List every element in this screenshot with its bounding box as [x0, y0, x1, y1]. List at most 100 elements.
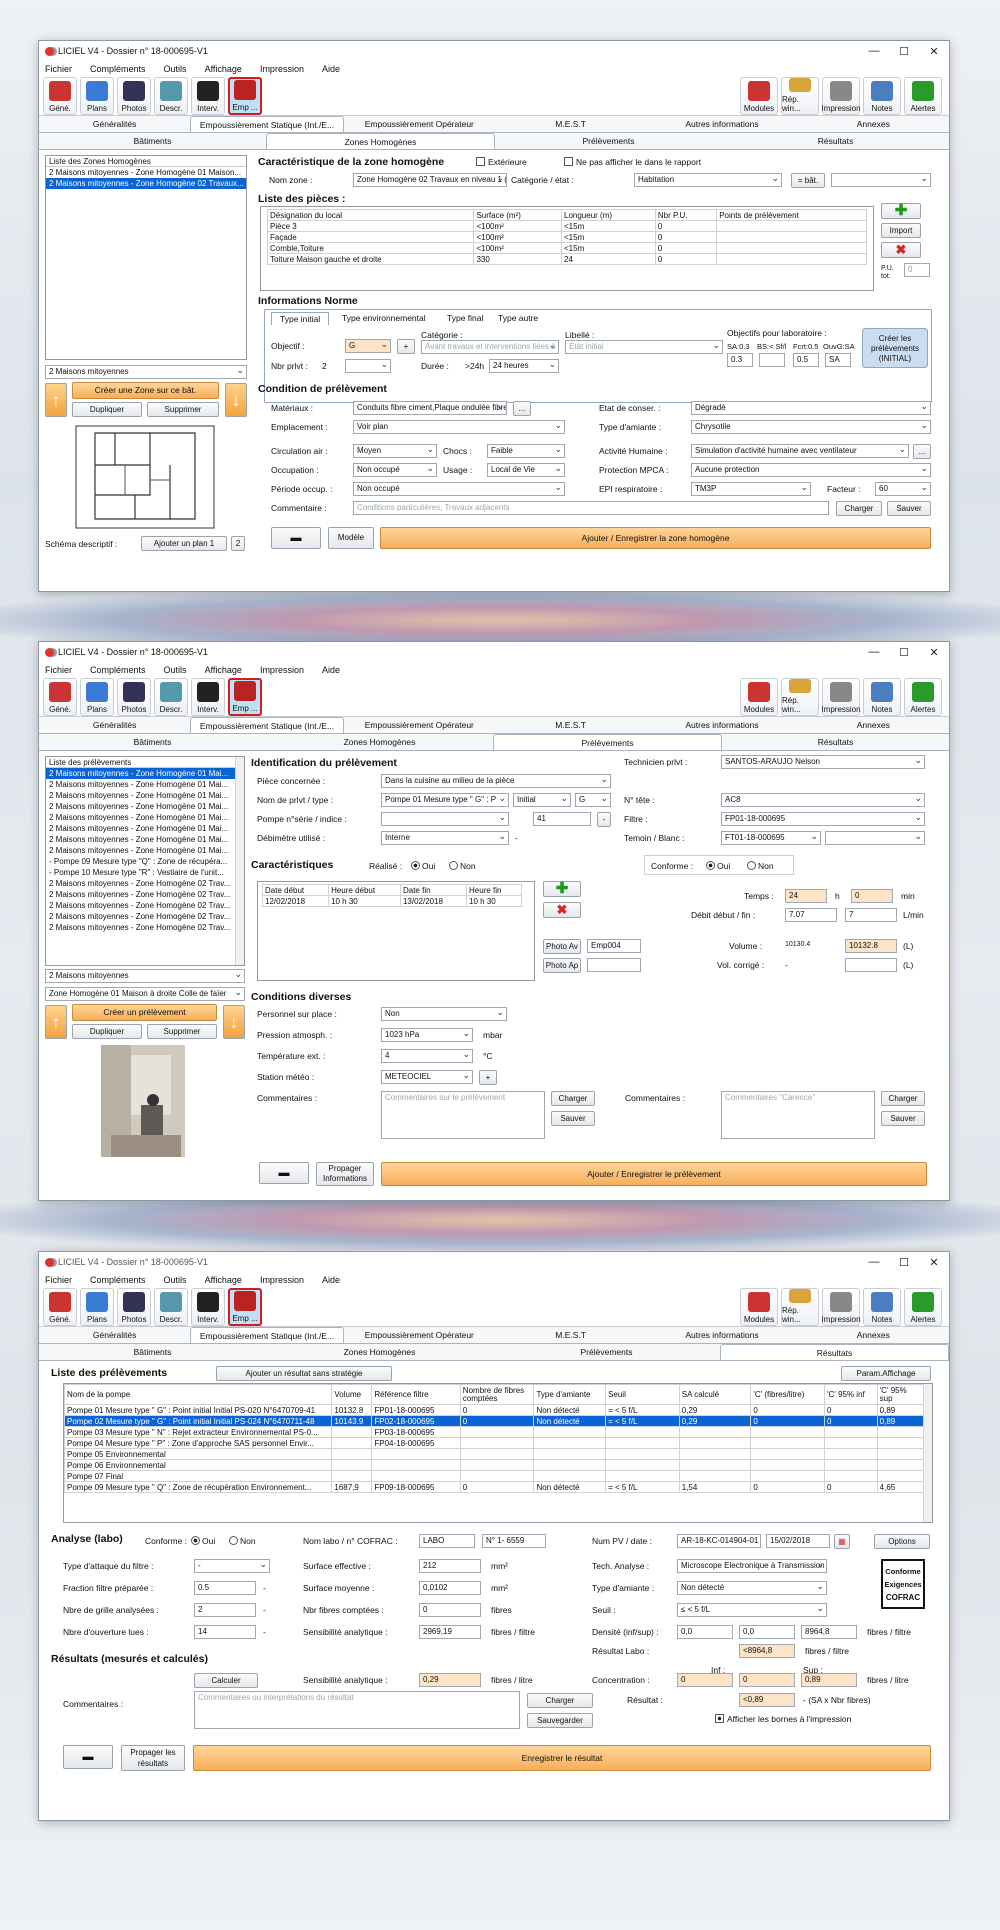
- menu-outils[interactable]: Outils: [164, 665, 187, 675]
- tab-zones-homogenes[interactable]: Zones Homogènes: [266, 734, 493, 750]
- etat-select[interactable]: [831, 173, 931, 187]
- station-select[interactable]: METEOCIEL: [381, 1070, 473, 1084]
- menu-aide[interactable]: Aide: [322, 665, 340, 675]
- materiaux-select[interactable]: Conduits fibre ciment,Plaque ondulée fib…: [353, 401, 507, 415]
- duree-select[interactable]: 24 heures: [489, 359, 559, 373]
- param-affichage-button[interactable]: Param.Affichage: [841, 1366, 931, 1381]
- etat-conser-select[interactable]: Dégradé: [691, 401, 931, 415]
- close-button[interactable]: ✕: [919, 45, 949, 58]
- menu-impression[interactable]: Impression: [260, 1275, 304, 1285]
- maximize-button[interactable]: ☐: [889, 45, 919, 58]
- delete-button[interactable]: Supprimer: [147, 402, 219, 417]
- type-attaque-select[interactable]: -: [194, 1559, 270, 1573]
- exterieure-checkbox[interactable]: Extérieure: [476, 157, 527, 167]
- personnel-select[interactable]: Non: [381, 1007, 507, 1021]
- list-item[interactable]: 2 Maisons mitoyennes - Zone Homogène 01 …: [46, 167, 246, 178]
- table-row[interactable]: Pompe 04 Mesure type " P" : Zone d'appro…: [64, 1437, 925, 1449]
- print-button[interactable]: ▬: [63, 1745, 113, 1769]
- type-amiante-select[interactable]: Chrysotile: [691, 420, 931, 434]
- tab-zones-homogenes[interactable]: Zones Homogènes: [266, 1344, 493, 1360]
- tab-mest[interactable]: M.E.S.T: [495, 717, 646, 733]
- list-item[interactable]: 2 Maisons mitoyennes - Zone Homogène 01 …: [46, 823, 235, 834]
- surface-moy-field[interactable]: 0,0102: [419, 1581, 481, 1595]
- sauvegarder-button[interactable]: Sauvegarder: [527, 1713, 593, 1728]
- sensibilite2-field[interactable]: 0,29: [419, 1673, 481, 1687]
- minimize-button[interactable]: —: [859, 1256, 889, 1269]
- tab-type-final[interactable]: Type final: [447, 313, 483, 323]
- close-button[interactable]: ✕: [919, 1256, 949, 1269]
- commentaires-field[interactable]: Commentaires sur le prélèvement: [381, 1091, 545, 1139]
- menu-aide[interactable]: Aide: [322, 1275, 340, 1285]
- toolbar-button-rpwin[interactable]: Rép. win...: [781, 677, 819, 716]
- sauver-button[interactable]: Sauver: [887, 501, 931, 516]
- toolbar-button-notes[interactable]: Notes: [863, 76, 901, 115]
- list-item[interactable]: 2 Maisons mitoyennes - Zone Homogène 01 …: [46, 768, 235, 779]
- vol-corrige-field[interactable]: [845, 958, 897, 972]
- temperature-select[interactable]: 4: [381, 1049, 473, 1063]
- propager-resultats-button[interactable]: Propager les résultats: [121, 1745, 185, 1771]
- duplicate-button[interactable]: Dupliquer: [72, 402, 142, 417]
- import-button[interactable]: Import: [881, 223, 921, 238]
- commentaires-field[interactable]: Commentaires ou interprétations du résul…: [194, 1691, 520, 1729]
- tech-analyse-select[interactable]: Microscope Electronique à Transmission A…: [677, 1559, 827, 1573]
- activite-more-button[interactable]: ...: [913, 444, 931, 459]
- station-add-button[interactable]: +: [479, 1070, 497, 1085]
- options-button[interactable]: Options: [874, 1534, 930, 1549]
- volume-field[interactable]: 10132.8: [845, 939, 897, 953]
- toolbar-button-alertes[interactable]: Alertes: [904, 677, 942, 716]
- toolbar-button-descr[interactable]: Descr.: [154, 76, 188, 115]
- libelle-select[interactable]: Etat initial: [565, 340, 723, 354]
- tab-batiments[interactable]: Bâtiments: [39, 133, 266, 149]
- tab-empoussierement-statique[interactable]: Empoussièrement Statique (Int./E...: [190, 116, 344, 132]
- pieces-table[interactable]: Désignation du local Surface (m²) Longueur…: [266, 209, 867, 265]
- tab-annexes[interactable]: Annexes: [798, 116, 949, 132]
- pv-date-field[interactable]: 15/02/2018: [766, 1534, 830, 1548]
- list-item[interactable]: 2 Maisons mitoyennes - Zone Homogène 01 …: [46, 845, 235, 856]
- nom-zone-select[interactable]: Zone Homogène 02 Travaux en niveau 1 (Co…: [353, 173, 507, 187]
- tab-type-initial[interactable]: Type initial: [271, 312, 330, 325]
- tab-mest[interactable]: M.E.S.T: [495, 116, 646, 132]
- zones-list[interactable]: Liste des Zones Homogènes 2 Maisons mito…: [45, 155, 247, 360]
- list-item[interactable]: 2 Maisons mitoyennes - Zone Homogène 01 …: [46, 812, 235, 823]
- sensibilite-field[interactable]: 2969,19: [419, 1625, 481, 1639]
- list-item[interactable]: 2 Maisons mitoyennes - Zone Homogène 02 …: [46, 878, 235, 889]
- charger-button[interactable]: Charger: [836, 501, 882, 516]
- list-item[interactable]: 2 Maisons mitoyennes - Zone Homogène 02 …: [46, 178, 246, 189]
- pu-tot-field[interactable]: 0: [904, 263, 930, 277]
- table-row[interactable]: Pompe 01 Mesure type " G" : Point initia…: [64, 1404, 925, 1416]
- move-down-button[interactable]: ↓: [223, 1005, 245, 1039]
- commentaires2-field[interactable]: Commentaires "Carence": [721, 1091, 875, 1139]
- move-up-button[interactable]: ↑: [45, 1005, 67, 1039]
- maximize-button[interactable]: ☐: [889, 646, 919, 659]
- menu-impression[interactable]: Impression: [260, 64, 304, 74]
- table-row[interactable]: 12/02/2018 10 h 30 13/02/2018 10 h 30: [261, 895, 522, 907]
- delete-button[interactable]: Supprimer: [147, 1024, 217, 1039]
- debit-fin-field[interactable]: 7: [845, 908, 897, 922]
- table-row[interactable]: Pièce 3 <100m² <15m 0: [266, 220, 867, 232]
- toolbar-button-plans[interactable]: Plans: [80, 1287, 114, 1326]
- print-button[interactable]: ▬: [259, 1162, 309, 1184]
- menu-affichage[interactable]: Affichage: [205, 665, 242, 675]
- charger2-button[interactable]: Charger: [881, 1091, 925, 1106]
- nbr-prlvt-select[interactable]: [345, 359, 391, 373]
- toolbar-button-modules[interactable]: Modules: [740, 677, 778, 716]
- photo-av-field[interactable]: Emp004: [587, 939, 641, 953]
- table-row[interactable]: Pompe 09 Mesure type " Q" : Zone de récu…: [64, 1481, 925, 1493]
- list-item[interactable]: 2 Maisons mitoyennes - Zone Homogène 01 …: [46, 779, 235, 790]
- type-amiante-select[interactable]: Non détecté: [677, 1581, 827, 1595]
- calendar-icon[interactable]: ▦: [834, 1534, 850, 1549]
- menu-complements[interactable]: Compléments: [90, 64, 146, 74]
- toolbar-button-descr[interactable]: Descr.: [154, 1287, 188, 1326]
- delete-date-button[interactable]: ✖: [543, 902, 581, 918]
- results-table[interactable]: Nom de la pompe Volume Référence filtre Nom…: [64, 1384, 925, 1493]
- add-result-button[interactable]: Ajouter un résultat sans stratégie: [216, 1366, 392, 1381]
- temoin2-select[interactable]: [825, 831, 925, 845]
- toolbar-button-rpwin[interactable]: Rép. win...: [781, 76, 819, 115]
- technicien-select[interactable]: SANTOS-ARAUJO Nelson: [721, 755, 925, 769]
- conforme-oui-radio[interactable]: Oui: [191, 1536, 215, 1546]
- menu-aide[interactable]: Aide: [322, 64, 340, 74]
- toolbar-button-descr[interactable]: Descr.: [154, 677, 188, 716]
- type-select[interactable]: Initial: [513, 793, 571, 807]
- list-item[interactable]: 2 Maisons mitoyennes - Zone Homogène 01 …: [46, 801, 235, 812]
- photo-av-button[interactable]: Photo Av: [543, 939, 581, 954]
